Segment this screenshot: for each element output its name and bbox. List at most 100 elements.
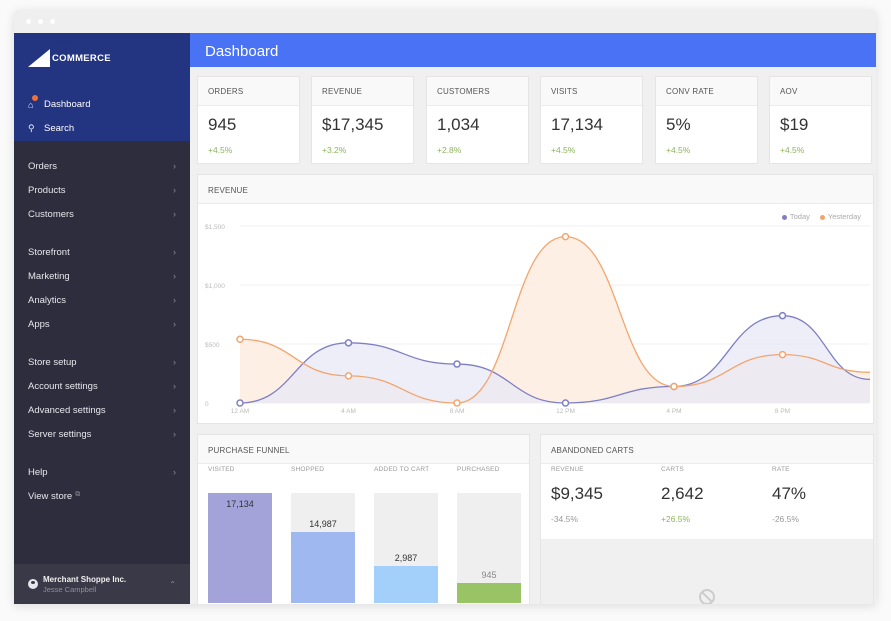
stat-value: $17,345 [322, 115, 384, 134]
metric-value: $9,345 [551, 484, 603, 503]
stat-value: 945 [208, 115, 237, 134]
home-icon: ⌂ [28, 94, 40, 110]
funnel-value-label: 2,987 [394, 552, 418, 563]
data-point-yesterday [670, 382, 678, 391]
data-point-yesterday [453, 399, 461, 407]
x-tick-label: 12 AM [231, 408, 249, 415]
nav-label: Storefront [28, 247, 70, 258]
sidebar-item-advanced-settings[interactable]: Advanced settings › [28, 405, 176, 416]
chevron-right-icon: › [173, 247, 176, 257]
sidebar-item-help[interactable]: Help › [28, 467, 176, 478]
funnel-bar [291, 531, 355, 603]
stat-label: ORDERS [198, 77, 299, 106]
data-point-yesterday [344, 372, 353, 380]
x-tick-label: 8 AM [450, 408, 465, 415]
panel-title: PURCHASE FUNNEL [198, 435, 529, 464]
y-tick-label: $500 [205, 342, 220, 349]
chevron-right-icon: › [173, 381, 176, 391]
sidebar-header: BIG COMMERCE ⌂ Dashboard ⚲ Search [14, 33, 190, 141]
stat-change: +4.5% [551, 145, 576, 155]
sidebar-item-marketing[interactable]: Marketing › [28, 271, 176, 282]
sidebar-item-customers[interactable]: Customers › [28, 209, 176, 220]
metric-label: CARTS [661, 466, 684, 473]
metric-value: 47% [772, 484, 807, 503]
sidebar: BIG COMMERCE ⌂ Dashboard ⚲ Search Orders… [14, 33, 190, 604]
chevron-right-icon: › [173, 161, 176, 171]
data-point-yesterday [236, 335, 244, 344]
metric-change: -34.5% [551, 514, 578, 524]
nav-label: Account settings [28, 381, 98, 392]
sidebar-item-products[interactable]: Products › [28, 185, 176, 196]
x-tick-label: 4 AM [341, 408, 356, 415]
nav-label: Advanced settings [28, 405, 106, 416]
stat-card-revenue[interactable]: REVENUE $17,345 +3.2% [311, 76, 414, 164]
stat-value: 5% [666, 115, 691, 134]
x-tick-label: 12 PM [556, 408, 575, 415]
nav-label: Analytics [28, 295, 67, 306]
funnel-stage: SHOPPED 14,987 [291, 466, 355, 603]
metric-label: REVENUE [551, 466, 584, 473]
funnel-bar-track: 17,134 [208, 493, 272, 603]
data-point-yesterday [561, 232, 570, 241]
data-point-today [778, 311, 787, 320]
chevron-right-icon: › [173, 185, 176, 195]
page-header: Dashboard [190, 33, 876, 67]
chevron-right-icon: › [173, 295, 176, 305]
nav-label: Marketing [28, 271, 70, 282]
data-point-today [453, 360, 461, 368]
nav-label: View store [28, 491, 73, 502]
stat-card-visits[interactable]: VISITS 17,134 +4.5% [540, 76, 643, 164]
funnel-value-label: 17,134 [226, 499, 254, 509]
abandoned-revenue: REVENUE $9,345 -34.5% [551, 466, 603, 524]
metric-label: RATE [772, 466, 790, 473]
chevron-right-icon: › [173, 467, 176, 477]
sidebar-item-search[interactable]: ⚲ Search [28, 123, 74, 134]
stat-card-orders[interactable]: ORDERS 945 +4.5% [197, 76, 300, 164]
abandoned-carts-panel: ABANDONED CARTS REVENUE $9,345 -34.5% CA… [540, 434, 874, 604]
stat-label: AOV [770, 77, 871, 106]
notification-badge [32, 94, 38, 101]
revenue-panel: REVENUE Today Yesterday 0 $500 $1,000 $1,50… [197, 174, 874, 424]
purchase-funnel-panel: PURCHASE FUNNEL VISITED 17,134 SHOPPED 14,9… [197, 434, 530, 604]
y-tick-label: $1,500 [205, 224, 225, 231]
stat-label: CONV RATE [656, 77, 757, 106]
nav-label: Apps [28, 319, 50, 330]
nav-label: Products [28, 185, 66, 196]
sidebar-item-store-setup[interactable]: Store setup › [28, 357, 176, 368]
funnel-value-label: 14,987 [309, 518, 337, 529]
funnel-bar-track: 2,987 [374, 493, 438, 603]
stat-card-customers[interactable]: CUSTOMERS 1,034 +2.8% [426, 76, 529, 164]
sidebar-item-orders[interactable]: Orders › [28, 161, 176, 172]
logo-triangle-icon: BIG [28, 39, 74, 67]
bigcommerce-logo[interactable]: BIG COMMERCE [28, 39, 111, 67]
stat-change: +2.8% [437, 145, 462, 155]
nav-label: Store setup [28, 357, 77, 368]
metric-change: -26.5% [772, 514, 799, 524]
account-switcher[interactable]: Merchant Shoppe Inc. Jesse Campbell ⌃ [14, 564, 190, 604]
window-dot [50, 19, 55, 24]
user-icon [28, 579, 38, 589]
sidebar-item-analytics[interactable]: Analytics › [28, 295, 176, 306]
funnel-stage: ADDED TO CART 2,987 [374, 466, 438, 603]
x-tick-label: 4 PM [666, 408, 681, 415]
chevron-right-icon: › [173, 319, 176, 329]
funnel-stage-label: PURCHASED [457, 466, 500, 473]
sidebar-item-server-settings[interactable]: Server settings › [28, 429, 176, 440]
abandoned-carts: CARTS 2,642 +26.5% [661, 466, 704, 524]
view-store-link[interactable]: View store ⧉ [28, 491, 176, 502]
sidebar-item-account-settings[interactable]: Account settings › [28, 381, 176, 392]
funnel-bar-track: 14,987 [291, 493, 355, 603]
external-link-icon: ⧉ [75, 491, 81, 498]
window-dot [26, 19, 31, 24]
funnel-bar [374, 565, 438, 603]
stat-card-conv-rate[interactable]: CONV RATE 5% +4.5% [655, 76, 758, 164]
main-content: Dashboard ORDERS 945 +4.5% REVENUE $17,345 +… [190, 33, 876, 604]
funnel-stage-label: SHOPPED [291, 466, 325, 473]
funnel-bar [208, 493, 272, 603]
sidebar-item-apps[interactable]: Apps › [28, 319, 176, 330]
sidebar-item-dashboard[interactable]: ⌂ Dashboard [28, 94, 90, 110]
stat-card-aov[interactable]: AOV $19 +4.5% [769, 76, 872, 164]
stat-value: $19 [780, 115, 809, 134]
sidebar-item-storefront[interactable]: Storefront › [28, 247, 176, 258]
chevron-right-icon: › [173, 429, 176, 439]
